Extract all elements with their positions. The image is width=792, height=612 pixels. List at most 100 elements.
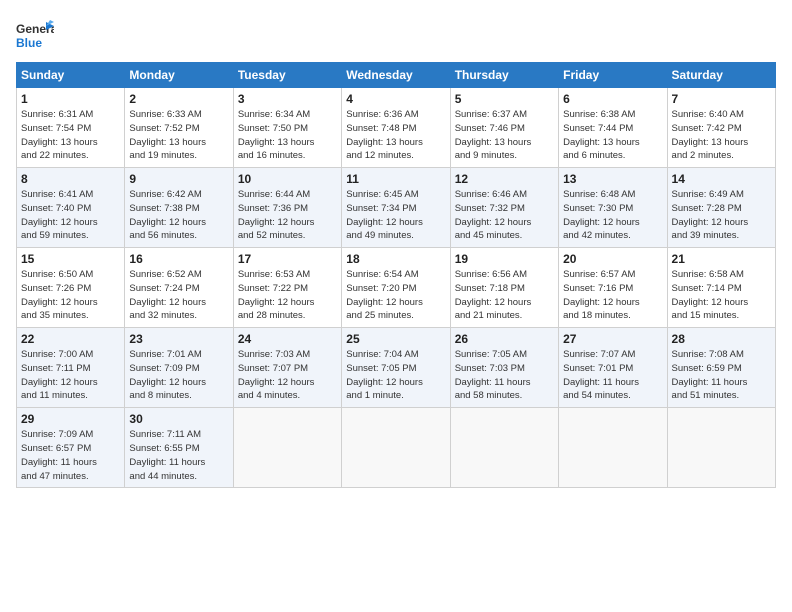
header: General Blue <box>16 16 776 54</box>
day-number: 4 <box>346 92 445 106</box>
calendar-cell-w0c2: 3Sunrise: 6:34 AM Sunset: 7:50 PM Daylig… <box>233 88 341 168</box>
cell-content: Sunrise: 7:00 AM Sunset: 7:11 PM Dayligh… <box>21 348 120 403</box>
calendar-header-row: SundayMondayTuesdayWednesdayThursdayFrid… <box>17 63 776 88</box>
cell-content: Sunrise: 7:11 AM Sunset: 6:55 PM Dayligh… <box>129 428 228 483</box>
calendar-cell-w3c6: 28 Sunrise: 7:08 AM Sunset: 6:59 PM Dayli… <box>667 328 775 408</box>
calendar-cell-w3c0: 22 Sunrise: 7:00 AM Sunset: 7:11 PM Dayli… <box>17 328 125 408</box>
page: General Blue SundayMondayTuesdayWednesda… <box>0 0 792 612</box>
day-number: 28 <box>672 332 771 346</box>
cell-content: Sunrise: 7:07 AM Sunset: 7:01 PM Dayligh… <box>563 348 662 403</box>
day-number: 2 <box>129 92 228 106</box>
calendar-cell-w2c3: 18 Sunrise: 6:54 AM Sunset: 7:20 PM Dayli… <box>342 248 450 328</box>
day-number: 22 <box>21 332 120 346</box>
cell-content: Sunrise: 6:40 AM Sunset: 7:42 PM Dayligh… <box>672 108 771 163</box>
day-number: 9 <box>129 172 228 186</box>
col-header-thursday: Thursday <box>450 63 558 88</box>
day-number: 1 <box>21 92 120 106</box>
calendar-cell-w1c3: 11Sunrise: 6:45 AM Sunset: 7:34 PM Dayli… <box>342 168 450 248</box>
day-number: 24 <box>238 332 337 346</box>
cell-content: Sunrise: 7:09 AM Sunset: 6:57 PM Dayligh… <box>21 428 120 483</box>
cell-content: Sunrise: 6:42 AM Sunset: 7:38 PM Dayligh… <box>129 188 228 243</box>
calendar-cell-w0c3: 4Sunrise: 6:36 AM Sunset: 7:48 PM Daylig… <box>342 88 450 168</box>
calendar-cell-w2c0: 15 Sunrise: 6:50 AM Sunset: 7:26 PM Dayli… <box>17 248 125 328</box>
calendar-cell-w2c4: 19Sunrise: 6:56 AM Sunset: 7:18 PM Dayli… <box>450 248 558 328</box>
calendar-cell-w1c6: 14 Sunrise: 6:49 AM Sunset: 7:28 PM Dayli… <box>667 168 775 248</box>
day-number: 20 <box>563 252 662 266</box>
calendar-cell-w4c2 <box>233 408 341 488</box>
day-number: 13 <box>563 172 662 186</box>
day-number: 29 <box>21 412 120 426</box>
cell-content: Sunrise: 6:57 AM Sunset: 7:16 PM Dayligh… <box>563 268 662 323</box>
calendar-week-3: 22 Sunrise: 7:00 AM Sunset: 7:11 PM Dayli… <box>17 328 776 408</box>
day-number: 15 <box>21 252 120 266</box>
day-number: 12 <box>455 172 554 186</box>
calendar-cell-w3c5: 27 Sunrise: 7:07 AM Sunset: 7:01 PM Dayli… <box>559 328 667 408</box>
col-header-wednesday: Wednesday <box>342 63 450 88</box>
cell-content: Sunrise: 7:08 AM Sunset: 6:59 PM Dayligh… <box>672 348 771 403</box>
calendar-cell-w2c1: 16Sunrise: 6:52 AM Sunset: 7:24 PM Dayli… <box>125 248 233 328</box>
cell-content: Sunrise: 6:41 AM Sunset: 7:40 PM Dayligh… <box>21 188 120 243</box>
cell-content: Sunrise: 7:01 AM Sunset: 7:09 PM Dayligh… <box>129 348 228 403</box>
cell-content: Sunrise: 6:46 AM Sunset: 7:32 PM Dayligh… <box>455 188 554 243</box>
calendar-cell-w4c6 <box>667 408 775 488</box>
cell-content: Sunrise: 6:50 AM Sunset: 7:26 PM Dayligh… <box>21 268 120 323</box>
day-number: 23 <box>129 332 228 346</box>
calendar-cell-w2c2: 17 Sunrise: 6:53 AM Sunset: 7:22 PM Dayli… <box>233 248 341 328</box>
cell-content: Sunrise: 6:34 AM Sunset: 7:50 PM Dayligh… <box>238 108 337 163</box>
calendar-cell-w1c0: 8 Sunrise: 6:41 AM Sunset: 7:40 PM Daylig… <box>17 168 125 248</box>
col-header-tuesday: Tuesday <box>233 63 341 88</box>
col-header-saturday: Saturday <box>667 63 775 88</box>
cell-content: Sunrise: 6:38 AM Sunset: 7:44 PM Dayligh… <box>563 108 662 163</box>
day-number: 16 <box>129 252 228 266</box>
cell-content: Sunrise: 6:54 AM Sunset: 7:20 PM Dayligh… <box>346 268 445 323</box>
calendar-cell-w3c3: 25Sunrise: 7:04 AM Sunset: 7:05 PM Dayli… <box>342 328 450 408</box>
calendar-cell-w1c5: 13 Sunrise: 6:48 AM Sunset: 7:30 PM Dayli… <box>559 168 667 248</box>
calendar-table: SundayMondayTuesdayWednesdayThursdayFrid… <box>16 62 776 488</box>
cell-content: Sunrise: 6:58 AM Sunset: 7:14 PM Dayligh… <box>672 268 771 323</box>
calendar-cell-w4c0: 29 Sunrise: 7:09 AM Sunset: 6:57 PM Dayli… <box>17 408 125 488</box>
day-number: 7 <box>672 92 771 106</box>
day-number: 30 <box>129 412 228 426</box>
day-number: 21 <box>672 252 771 266</box>
calendar-cell-w0c6: 7 Sunrise: 6:40 AM Sunset: 7:42 PM Daylig… <box>667 88 775 168</box>
cell-content: Sunrise: 7:04 AM Sunset: 7:05 PM Dayligh… <box>346 348 445 403</box>
day-number: 17 <box>238 252 337 266</box>
day-number: 18 <box>346 252 445 266</box>
cell-content: Sunrise: 6:48 AM Sunset: 7:30 PM Dayligh… <box>563 188 662 243</box>
calendar-cell-w2c6: 21 Sunrise: 6:58 AM Sunset: 7:14 PM Dayli… <box>667 248 775 328</box>
cell-content: Sunrise: 6:53 AM Sunset: 7:22 PM Dayligh… <box>238 268 337 323</box>
logo: General Blue <box>16 16 54 54</box>
day-number: 26 <box>455 332 554 346</box>
cell-content: Sunrise: 6:37 AM Sunset: 7:46 PM Dayligh… <box>455 108 554 163</box>
calendar-cell-w1c2: 10 Sunrise: 6:44 AM Sunset: 7:36 PM Dayli… <box>233 168 341 248</box>
calendar-cell-w4c3 <box>342 408 450 488</box>
calendar-cell-w1c4: 12 Sunrise: 6:46 AM Sunset: 7:32 PM Dayli… <box>450 168 558 248</box>
col-header-monday: Monday <box>125 63 233 88</box>
calendar-week-1: 8 Sunrise: 6:41 AM Sunset: 7:40 PM Daylig… <box>17 168 776 248</box>
calendar-cell-w4c5 <box>559 408 667 488</box>
cell-content: Sunrise: 7:03 AM Sunset: 7:07 PM Dayligh… <box>238 348 337 403</box>
day-number: 11 <box>346 172 445 186</box>
day-number: 27 <box>563 332 662 346</box>
calendar-cell-w4c1: 30 Sunrise: 7:11 AM Sunset: 6:55 PM Dayli… <box>125 408 233 488</box>
calendar-week-0: 1Sunrise: 6:31 AM Sunset: 7:54 PM Daylig… <box>17 88 776 168</box>
day-number: 5 <box>455 92 554 106</box>
calendar-week-4: 29 Sunrise: 7:09 AM Sunset: 6:57 PM Dayli… <box>17 408 776 488</box>
day-number: 14 <box>672 172 771 186</box>
calendar-cell-w0c0: 1Sunrise: 6:31 AM Sunset: 7:54 PM Daylig… <box>17 88 125 168</box>
day-number: 8 <box>21 172 120 186</box>
cell-content: Sunrise: 6:44 AM Sunset: 7:36 PM Dayligh… <box>238 188 337 243</box>
calendar-cell-w2c5: 20 Sunrise: 6:57 AM Sunset: 7:16 PM Dayli… <box>559 248 667 328</box>
cell-content: Sunrise: 6:49 AM Sunset: 7:28 PM Dayligh… <box>672 188 771 243</box>
cell-content: Sunrise: 7:05 AM Sunset: 7:03 PM Dayligh… <box>455 348 554 403</box>
cell-content: Sunrise: 6:56 AM Sunset: 7:18 PM Dayligh… <box>455 268 554 323</box>
calendar-cell-w3c1: 23 Sunrise: 7:01 AM Sunset: 7:09 PM Dayli… <box>125 328 233 408</box>
svg-text:Blue: Blue <box>16 36 42 50</box>
calendar-cell-w0c1: 2 Sunrise: 6:33 AM Sunset: 7:52 PM Daylig… <box>125 88 233 168</box>
calendar-cell-w0c5: 6 Sunrise: 6:38 AM Sunset: 7:44 PM Daylig… <box>559 88 667 168</box>
calendar-cell-w3c2: 24 Sunrise: 7:03 AM Sunset: 7:07 PM Dayli… <box>233 328 341 408</box>
day-number: 10 <box>238 172 337 186</box>
cell-content: Sunrise: 6:33 AM Sunset: 7:52 PM Dayligh… <box>129 108 228 163</box>
day-number: 6 <box>563 92 662 106</box>
logo-bird-icon: General Blue <box>16 16 54 54</box>
